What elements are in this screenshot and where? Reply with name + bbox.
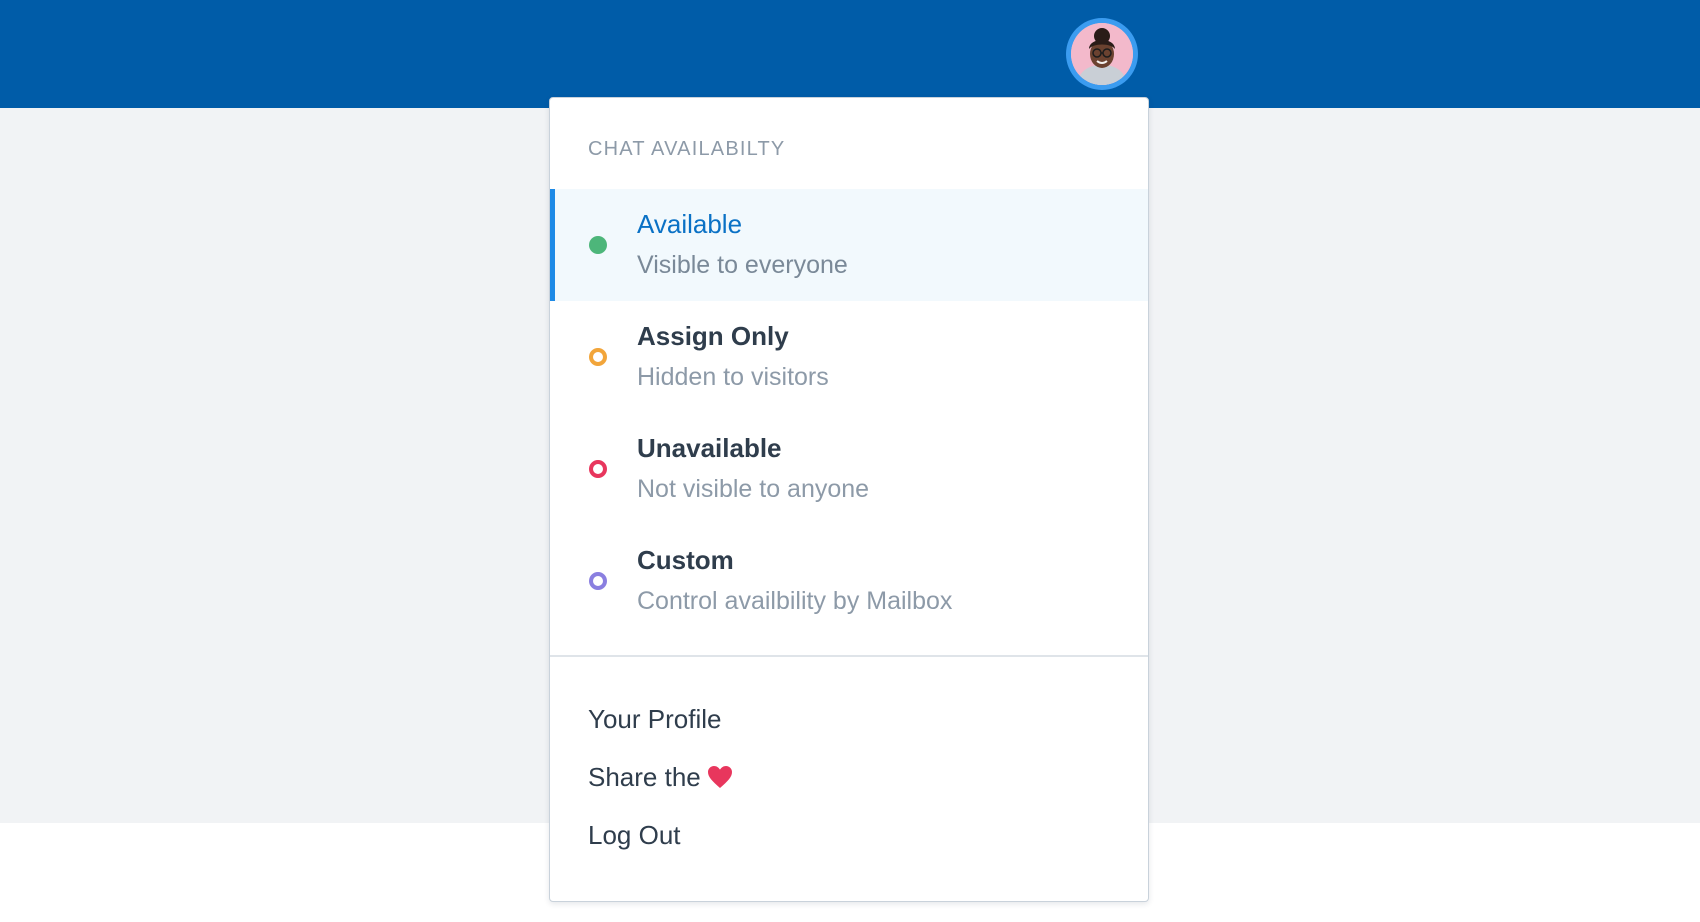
status-option-available[interactable]: Available Visible to everyone (550, 189, 1148, 301)
status-description: Hidden to visitors (637, 363, 829, 391)
status-dot-icon (589, 460, 607, 478)
user-avatar-button[interactable] (1066, 18, 1138, 90)
share-link-label: Share the (588, 762, 701, 792)
status-option-unavailable[interactable]: Unavailable Not visible to anyone (550, 413, 1148, 525)
status-option-custom[interactable]: Custom Control availbility by Mailbox (550, 525, 1148, 637)
status-description: Visible to everyone (637, 251, 848, 279)
share-link[interactable]: Share the (588, 762, 733, 796)
menu-divider (550, 655, 1148, 657)
status-name: Assign Only (637, 321, 789, 351)
heart-icon (707, 765, 733, 796)
log-out-link[interactable]: Log Out (588, 820, 681, 851)
status-name: Custom (637, 545, 734, 575)
your-profile-link[interactable]: Your Profile (588, 704, 721, 735)
status-option-assign-only[interactable]: Assign Only Hidden to visitors (550, 301, 1148, 413)
availability-dropdown: CHAT AVAILABILTY Available Visible to ev… (549, 97, 1149, 902)
status-dot-icon (589, 572, 607, 590)
status-dot-icon (589, 348, 607, 366)
status-description: Control availbility by Mailbox (637, 587, 953, 615)
status-name: Available (637, 209, 743, 239)
top-navigation-bar (0, 0, 1700, 108)
selected-indicator (550, 189, 555, 301)
section-title: CHAT AVAILABILTY (588, 138, 786, 160)
avatar-icon (1071, 23, 1133, 85)
status-description: Not visible to anyone (637, 475, 870, 503)
status-dot-icon (589, 236, 607, 254)
status-name: Unavailable (637, 433, 782, 463)
